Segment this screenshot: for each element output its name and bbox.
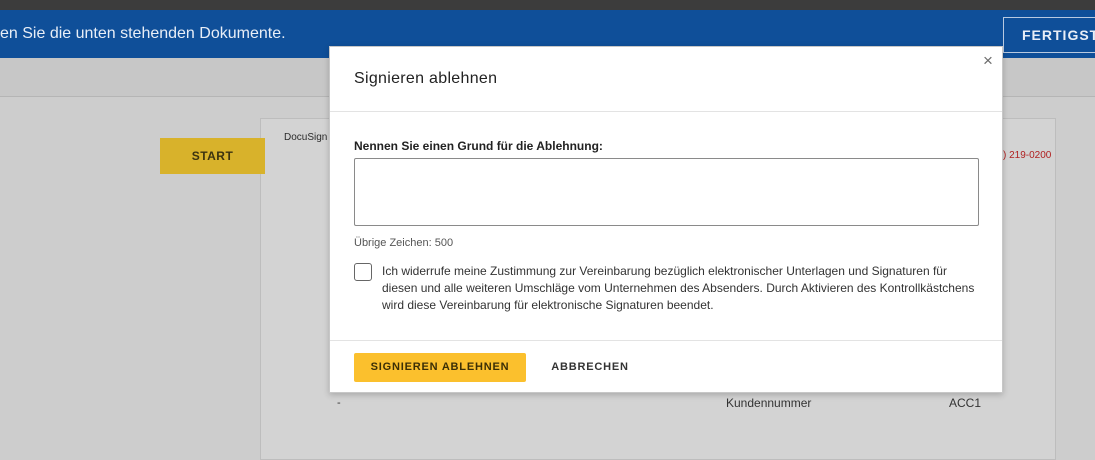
dialog-header: Signieren ablehnen × [330,47,1002,112]
dialog-footer-divider [330,340,1002,341]
decline-signing-dialog: Signieren ablehnen × Nennen Sie einen Gr… [329,46,1003,393]
close-icon[interactable]: × [980,52,996,70]
banner-text: en Sie die unten stehenden Dokumente. [0,25,286,42]
customer-number-label: Kundennummer [726,396,812,410]
top-strip [0,0,1095,10]
document-phone-text: ) 219-0200 [1003,150,1052,161]
document-logo-text: DocuSign [284,132,328,143]
decline-signing-button[interactable]: SIGNIEREN ABLEHNEN [354,353,526,382]
remaining-characters: Übrige Zeichen: 500 [354,237,454,249]
document-dash: - [337,397,341,409]
customer-number-value: ACC1 [949,396,982,410]
consent-withdraw-checkbox[interactable] [354,263,372,281]
reason-label: Nennen Sie einen Grund für die Ablehnung… [354,139,603,153]
reason-textarea[interactable] [354,158,979,226]
start-button[interactable]: START [160,138,265,174]
cancel-button[interactable]: ABBRECHEN [542,353,638,382]
finish-button[interactable]: FERTIGSTELLEN [1003,17,1095,53]
consent-withdraw-text: Ich widerrufe meine Zustimmung zur Verei… [382,264,975,312]
dialog-title: Signieren ablehnen [354,70,498,87]
